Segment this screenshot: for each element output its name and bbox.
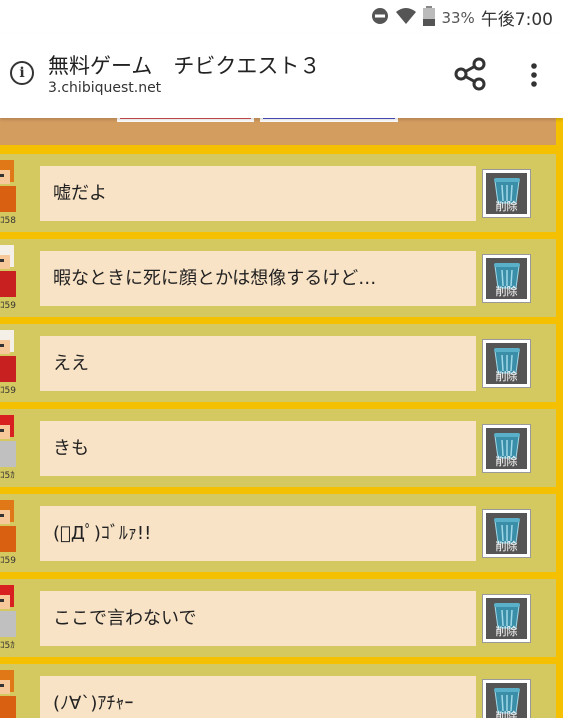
avatar-level: ｺ5ｶ (0, 641, 15, 651)
red-button[interactable] (117, 118, 254, 122)
delete-button[interactable]: 削除 (482, 594, 531, 643)
avatar-level: ｺ59 (0, 301, 16, 311)
share-icon[interactable] (452, 56, 488, 92)
message-text: ええ (40, 336, 476, 391)
delete-button[interactable]: 削除 (482, 424, 531, 473)
character-avatar-icon: ｺ59 (0, 243, 18, 313)
delete-button[interactable]: 削除 (482, 339, 531, 388)
delete-button[interactable]: 削除 (482, 679, 531, 718)
delete-label: 削除 (495, 710, 518, 718)
delete-label: 削除 (495, 540, 518, 553)
avatar-level: ｺ59 (0, 556, 16, 566)
message-text: (ﾉ∀`)ｱﾁｬｰ (40, 676, 476, 718)
battery-percent: 33% (441, 8, 475, 27)
page-title: 無料ゲーム チビクエスト３ (48, 54, 321, 78)
message-list: ｺ58 嘘だよ 削除 ｺ59 暇なときに死に顔とかは想像するけど… 削除 ｺ59 ええ 削除 ｺ5… (0, 154, 556, 718)
status-bar: 33% 午後7:00 (0, 0, 563, 34)
delete-button[interactable]: 削除 (482, 254, 531, 303)
chat-row: ｺ59 ええ削除 (0, 324, 556, 402)
character-avatar-icon: ｺ59 (0, 498, 18, 568)
delete-label: 削除 (495, 370, 518, 383)
chat-row: (ﾉ∀`)ｱﾁｬｰ 削除 (0, 664, 556, 718)
message-text: きも (40, 421, 476, 476)
delete-button[interactable]: 削除 (482, 509, 531, 558)
do-not-disturb-icon (371, 7, 389, 29)
chat-row: ｺ59 (ﾟДﾟ)ｺﾞﾙｧ!! 削除 (0, 494, 556, 572)
message-text: 暇なときに死に顔とかは想像するけど… (40, 251, 476, 306)
chat-row: ｺ5ｶ ここで言わないで削除 (0, 579, 556, 657)
character-avatar-icon (0, 668, 18, 718)
chat-row: ｺ59 暇なときに死に顔とかは想像するけど… 削除 (0, 239, 556, 317)
page-url[interactable]: 3.chibiquest.net (48, 80, 161, 96)
wifi-icon (395, 7, 417, 29)
character-avatar-icon: ｺ5ｶ (0, 413, 18, 483)
chat-page: ｺ58 嘘だよ 削除 ｺ59 暇なときに死に顔とかは想像するけど… 削除 ｺ59 ええ 削除 ｺ5… (0, 118, 563, 718)
chat-row: ｺ58 嘘だよ削除 (0, 154, 556, 232)
avatar-level: ｺ5ｶ (0, 471, 15, 481)
message-text: (ﾟДﾟ)ｺﾞﾙｧ!! (40, 506, 476, 561)
info-icon[interactable]: i (10, 61, 34, 85)
chat-row: ｺ5ｶ きも削除 (0, 409, 556, 487)
top-band (0, 118, 556, 145)
message-text: 嘘だよ (40, 166, 476, 221)
delete-label: 削除 (495, 625, 518, 638)
clock-time: 午後7:00 (480, 10, 553, 30)
more-menu-icon[interactable] (520, 60, 548, 90)
delete-label: 削除 (495, 285, 518, 298)
battery-icon (423, 5, 436, 30)
avatar-level: ｺ58 (0, 216, 16, 226)
avatar-level: ｺ59 (0, 386, 16, 396)
character-avatar-icon: ｺ58 (0, 158, 18, 228)
character-avatar-icon: ｺ5ｶ (0, 583, 18, 653)
character-avatar-icon: ｺ59 (0, 328, 18, 398)
delete-label: 削除 (495, 200, 518, 213)
delete-label: 削除 (495, 455, 518, 468)
message-text: ここで言わないで (40, 591, 476, 646)
blue-button[interactable] (260, 118, 398, 122)
delete-button[interactable]: 削除 (482, 169, 531, 218)
browser-header: i 無料ゲーム チビクエスト３ 3.chibiquest.net (0, 34, 563, 118)
